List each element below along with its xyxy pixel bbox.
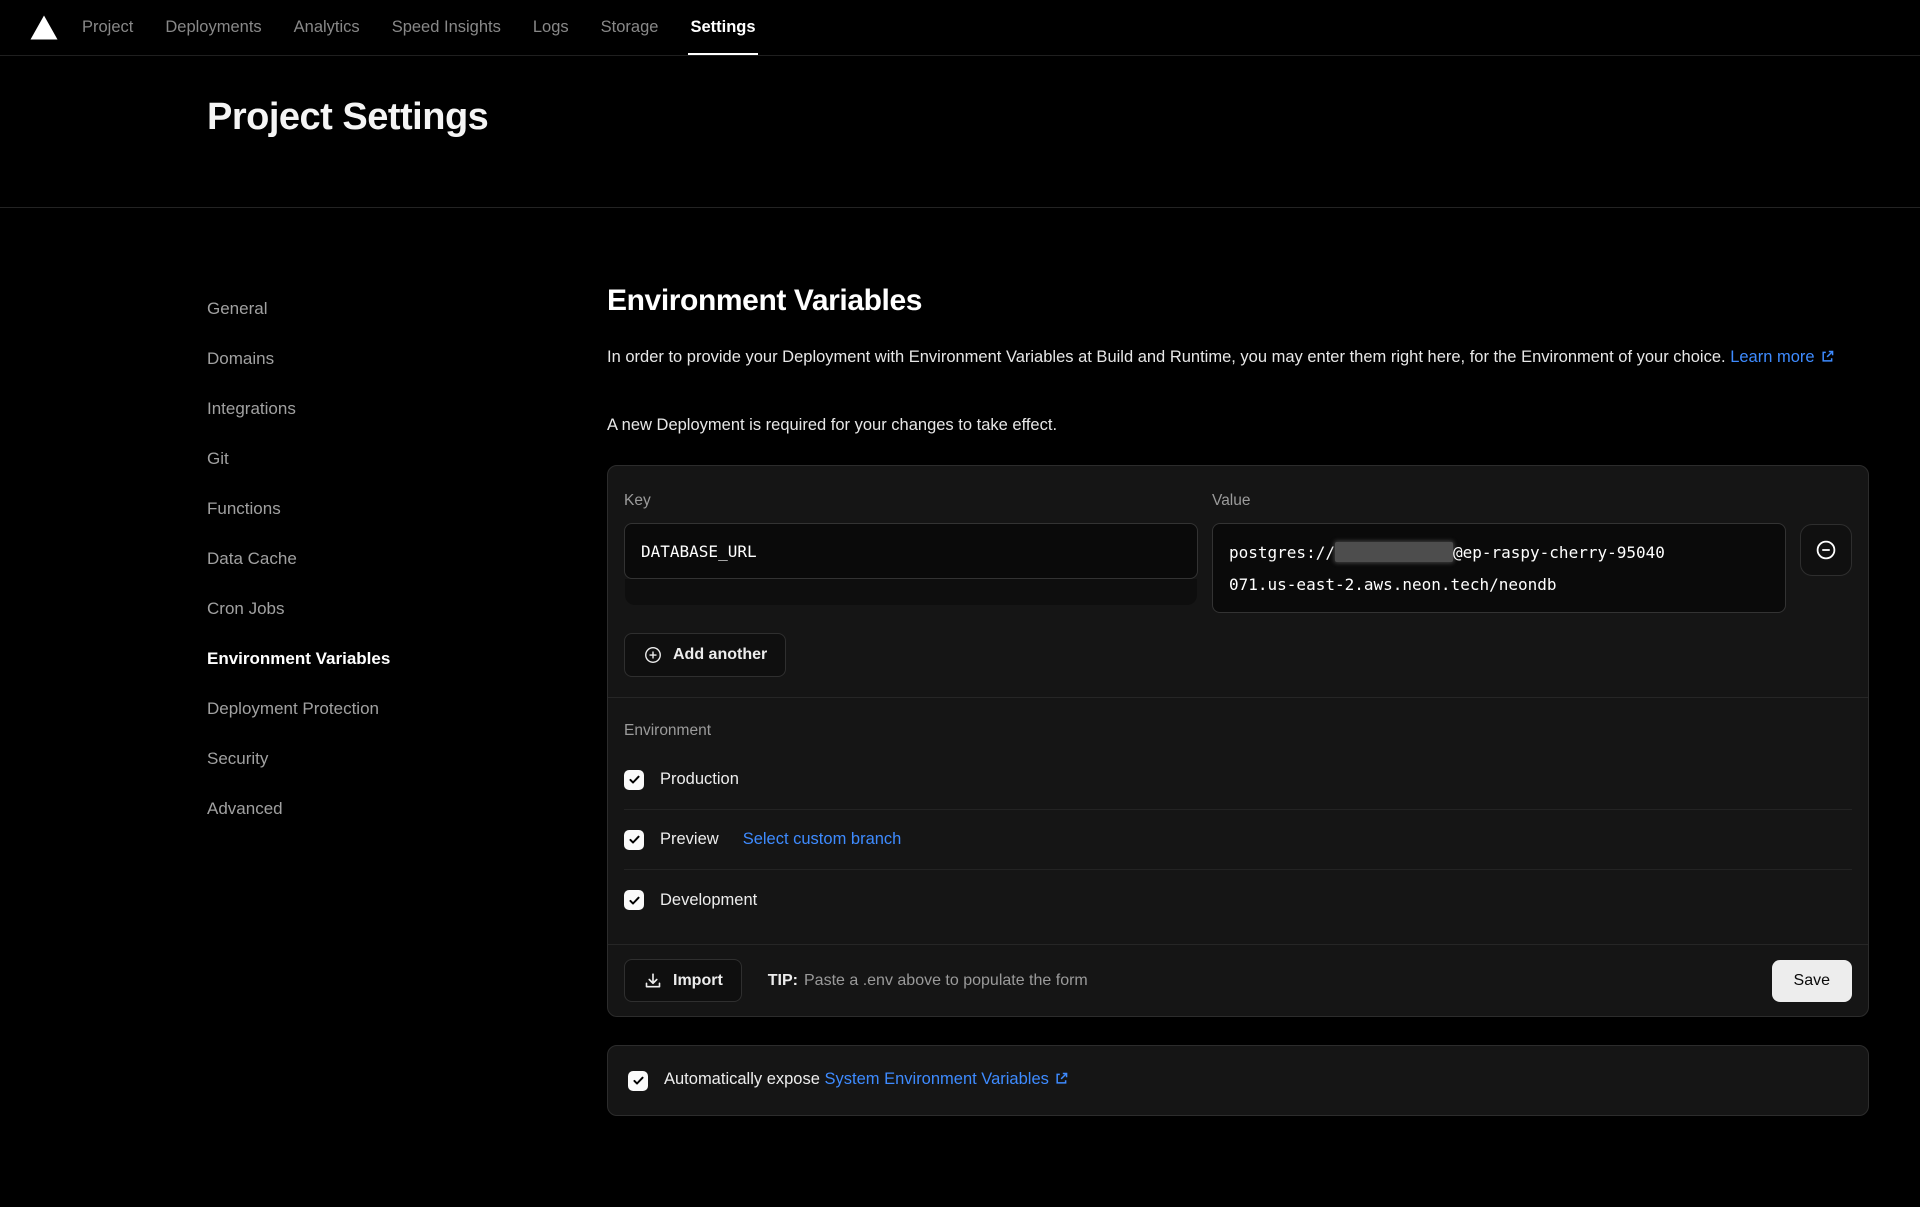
- env-var-card: Key DATABASE_URL Value postgres:// @ep-ra…: [607, 465, 1869, 1017]
- env-name-production: Production: [660, 770, 739, 789]
- environment-section: Environment Production Preview Select cu…: [608, 698, 1868, 944]
- sidebar-item-security[interactable]: Security: [207, 734, 607, 784]
- checkmark-icon: [628, 773, 641, 786]
- settings-sidebar: General Domains Integrations Git Functio…: [207, 284, 607, 1116]
- top-nav: Project Deployments Analytics Speed Insi…: [0, 0, 1920, 56]
- key-value-row: Key DATABASE_URL Value postgres:// @ep-ra…: [624, 492, 1852, 613]
- environment-label: Environment: [624, 722, 1852, 740]
- system-env-vars-link[interactable]: System Environment Variables: [825, 1070, 1069, 1088]
- value-line-1: postgres:// @ep-raspy-cherry-95040: [1229, 537, 1769, 569]
- page-title: Project Settings: [207, 96, 1920, 139]
- section-description: In order to provide your Deployment with…: [607, 344, 1875, 372]
- circle-minus-icon: [1814, 538, 1838, 562]
- env-row-development: Development: [624, 870, 1852, 930]
- sidebar-item-git[interactable]: Git: [207, 434, 607, 484]
- add-another-button[interactable]: Add another: [624, 633, 786, 677]
- page-header: Project Settings: [0, 56, 1920, 207]
- system-env-vars-label: System Environment Variables: [825, 1070, 1049, 1088]
- select-custom-branch-link[interactable]: Select custom branch: [743, 830, 902, 849]
- deployment-note: A new Deployment is required for your ch…: [607, 416, 1875, 435]
- nav-items: Project Deployments Analytics Speed Insi…: [82, 0, 756, 55]
- section-heading: Environment Variables: [607, 284, 1875, 318]
- content: General Domains Integrations Git Functio…: [0, 208, 1920, 1116]
- production-checkbox[interactable]: [624, 770, 644, 790]
- value-line-2: 071.us-east-2.aws.neon.tech/neondb: [1229, 569, 1769, 601]
- preview-checkbox[interactable]: [624, 830, 644, 850]
- import-label: Import: [673, 972, 723, 990]
- auto-expose-card: Automatically expose System Environment …: [607, 1045, 1869, 1116]
- learn-more-link[interactable]: Learn more: [1730, 348, 1834, 366]
- key-value-section: Key DATABASE_URL Value postgres:// @ep-ra…: [608, 466, 1868, 697]
- download-icon: [643, 971, 663, 991]
- sidebar-item-cron-jobs[interactable]: Cron Jobs: [207, 584, 607, 634]
- sidebar-item-environment-variables[interactable]: Environment Variables: [207, 634, 607, 684]
- key-input-footer-strip: [625, 579, 1197, 605]
- value-suffix: @ep-raspy-cherry-95040: [1453, 543, 1665, 562]
- environment-variables-panel: Environment Variables In order to provid…: [607, 284, 1875, 1116]
- tip-text: TIP: Paste a .env above to populate the f…: [768, 972, 1088, 990]
- value-label: Value: [1212, 492, 1786, 510]
- circle-plus-icon: [643, 645, 663, 665]
- key-input[interactable]: DATABASE_URL: [624, 523, 1198, 579]
- external-link-icon: [1820, 346, 1835, 372]
- external-link-icon: [1054, 1071, 1069, 1091]
- key-value-text: DATABASE_URL: [641, 542, 757, 561]
- development-checkbox[interactable]: [624, 890, 644, 910]
- redacted-credentials: [1335, 542, 1453, 562]
- add-another-label: Add another: [673, 646, 767, 664]
- value-column: Value postgres:// @ep-raspy-cherry-95040 …: [1212, 492, 1786, 613]
- sidebar-item-general[interactable]: General: [207, 284, 607, 334]
- auto-expose-text: Automatically expose System Environment …: [664, 1070, 1069, 1091]
- env-name-development: Development: [660, 891, 757, 910]
- value-prefix: postgres://: [1229, 543, 1335, 562]
- env-name-preview: Preview: [660, 830, 719, 849]
- nav-item-speed-insights[interactable]: Speed Insights: [392, 0, 501, 55]
- checkmark-icon: [632, 1074, 645, 1087]
- value-input[interactable]: postgres:// @ep-raspy-cherry-95040 071.us…: [1212, 523, 1786, 613]
- sidebar-item-domains[interactable]: Domains: [207, 334, 607, 384]
- sidebar-item-functions[interactable]: Functions: [207, 484, 607, 534]
- card-footer: Import TIP: Paste a .env above to populat…: [608, 945, 1868, 1016]
- nav-item-logs[interactable]: Logs: [533, 0, 569, 55]
- vercel-project-settings-page: Project Deployments Analytics Speed Insi…: [0, 0, 1920, 1207]
- vercel-triangle-icon: [30, 15, 58, 40]
- nav-item-project[interactable]: Project: [82, 0, 133, 55]
- tip-bold: TIP:: [768, 972, 798, 989]
- nav-item-analytics[interactable]: Analytics: [294, 0, 360, 55]
- remove-variable-button[interactable]: [1800, 524, 1852, 576]
- vercel-logo[interactable]: [30, 0, 58, 55]
- nav-item-settings[interactable]: Settings: [690, 0, 755, 55]
- sidebar-item-deployment-protection[interactable]: Deployment Protection: [207, 684, 607, 734]
- description-text: In order to provide your Deployment with…: [607, 348, 1726, 366]
- key-label: Key: [624, 492, 1198, 510]
- sidebar-item-advanced[interactable]: Advanced: [207, 784, 607, 834]
- save-button[interactable]: Save: [1772, 960, 1852, 1002]
- checkmark-icon: [628, 833, 641, 846]
- learn-more-label: Learn more: [1730, 348, 1814, 366]
- key-column: Key DATABASE_URL: [624, 492, 1198, 613]
- env-row-production: Production: [624, 750, 1852, 810]
- tip-body: Paste a .env above to populate the form: [804, 972, 1088, 989]
- auto-expose-checkbox[interactable]: [628, 1071, 648, 1091]
- sidebar-item-integrations[interactable]: Integrations: [207, 384, 607, 434]
- import-button[interactable]: Import: [624, 959, 742, 1002]
- sidebar-item-data-cache[interactable]: Data Cache: [207, 534, 607, 584]
- auto-expose-prefix: Automatically expose: [664, 1070, 825, 1088]
- nav-item-deployments[interactable]: Deployments: [165, 0, 261, 55]
- nav-item-storage[interactable]: Storage: [601, 0, 659, 55]
- env-row-preview: Preview Select custom branch: [624, 810, 1852, 870]
- checkmark-icon: [628, 894, 641, 907]
